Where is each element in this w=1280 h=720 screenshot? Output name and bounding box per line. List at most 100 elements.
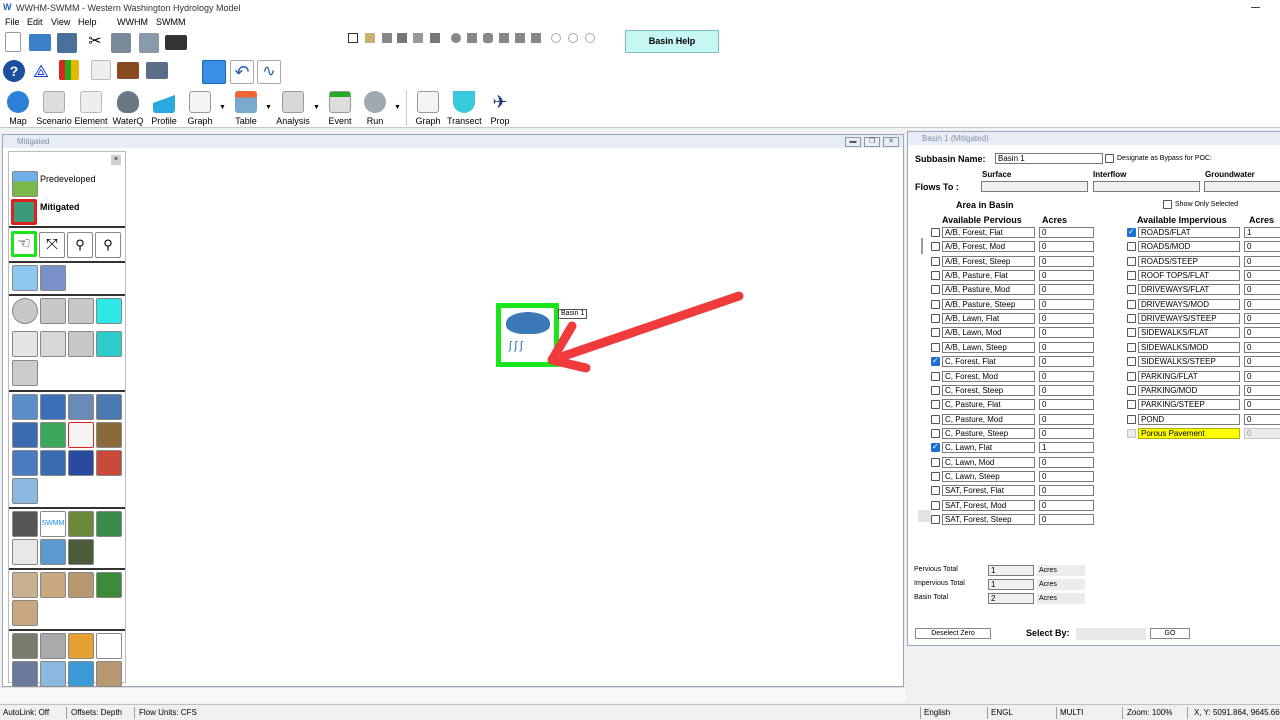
area-checkbox[interactable] (931, 271, 940, 281)
area-acres-input[interactable]: 0 (1039, 384, 1094, 396)
mitigated-scenario-icon[interactable] (11, 199, 37, 225)
area-checkbox[interactable] (931, 371, 940, 381)
analysis-dropdown-icon[interactable]: ▼ (313, 104, 320, 111)
transect-button[interactable]: Transect (447, 89, 482, 127)
area-checkbox[interactable] (931, 328, 940, 338)
lid-icon[interactable] (12, 539, 38, 565)
save-icon[interactable] (57, 33, 77, 53)
menu-edit[interactable]: Edit (27, 17, 43, 27)
area-checkbox[interactable] (1127, 227, 1136, 237)
area-acres-input[interactable]: 0 (1039, 399, 1094, 411)
area-acres-input[interactable]: 0 (1244, 313, 1280, 325)
graph-button[interactable]: Graph (184, 89, 216, 127)
edit-icon[interactable] (348, 33, 358, 43)
subbasin-name-input[interactable]: Basin 1 (995, 153, 1103, 164)
lid-icon[interactable] (40, 539, 66, 565)
cut-icon[interactable]: ✂ (85, 32, 105, 52)
bmp-icon[interactable] (40, 422, 66, 448)
tank-node-icon[interactable] (96, 298, 122, 324)
step-3-icon[interactable] (585, 33, 595, 43)
structure-icon[interactable] (40, 661, 66, 687)
vault-icon[interactable] (12, 572, 38, 598)
area-checkbox[interactable] (1127, 385, 1136, 395)
area-acres-input[interactable]: 0 (1244, 298, 1280, 310)
event-button[interactable]: Event (324, 89, 356, 127)
area-acres-input[interactable]: 0 (1039, 485, 1094, 497)
structure-icon[interactable] (12, 633, 38, 659)
area-acres-input[interactable]: 0 (1039, 341, 1094, 353)
select-by-field[interactable] (1076, 628, 1146, 640)
outlet-icon[interactable] (12, 360, 38, 386)
folder-small-icon[interactable] (365, 33, 375, 43)
step-1-icon[interactable] (551, 33, 561, 43)
pump-icon[interactable] (40, 331, 66, 357)
area-checkbox[interactable] (931, 256, 940, 266)
area-checkbox[interactable] (931, 385, 940, 395)
structure-icon[interactable] (68, 633, 94, 659)
shape-icon[interactable] (483, 33, 493, 43)
area-acres-input[interactable]: 0 (1039, 284, 1094, 296)
bar-chart-icon[interactable] (59, 60, 79, 80)
area-acres-input[interactable]: 0 (1244, 356, 1280, 368)
trapezoid-channel-icon[interactable] (96, 331, 122, 357)
area-checkbox[interactable] (931, 500, 940, 510)
basin-rain-icon[interactable] (12, 265, 38, 291)
area-checkbox[interactable] (931, 442, 940, 453)
book-icon[interactable] (146, 62, 168, 79)
area-checkbox[interactable] (931, 486, 940, 496)
graph2-button[interactable]: Graph (411, 89, 445, 127)
area-acres-input[interactable]: 0 (1244, 255, 1280, 267)
area-acres-input[interactable]: 0 (1039, 255, 1094, 267)
area-acres-input[interactable]: 0 (1039, 427, 1094, 439)
vault-icon[interactable] (96, 572, 122, 598)
predeveloped-scenario-icon[interactable] (12, 171, 38, 197)
scenario-button[interactable]: Scenario (36, 89, 72, 127)
bmp-icon[interactable] (68, 450, 94, 476)
area-acres-input[interactable]: 0 (1039, 470, 1094, 482)
bypass-checkbox[interactable] (1105, 154, 1114, 163)
structure-icon[interactable] (96, 633, 122, 659)
bmp-icon[interactable] (40, 394, 66, 420)
palette-close-icon[interactable]: × (111, 155, 121, 165)
pointer-hand-icon[interactable]: ☜ (11, 231, 37, 257)
run-button[interactable]: Run (360, 89, 390, 127)
zoom-in-icon[interactable]: ⚲ (67, 232, 93, 258)
lateral-basin-icon[interactable] (40, 265, 66, 291)
area-checkbox[interactable] (1127, 314, 1136, 324)
area-checkbox[interactable] (1127, 299, 1136, 309)
area-checkbox[interactable] (931, 342, 940, 352)
area-acres-input[interactable]: 0 (1244, 284, 1280, 296)
area-checkbox[interactable] (1127, 414, 1136, 424)
copy-icon[interactable] (111, 33, 131, 53)
tool-icon[interactable] (382, 33, 392, 43)
area-checkbox[interactable] (1127, 256, 1136, 266)
element-button[interactable]: Element (73, 89, 109, 127)
area-checkbox[interactable] (931, 228, 940, 237)
area-checkbox[interactable] (1127, 285, 1136, 295)
area-checkbox[interactable] (1127, 271, 1136, 281)
interflow-flows-to-field[interactable] (1093, 181, 1200, 192)
area-acres-input[interactable]: 0 (1244, 399, 1280, 411)
zoom-out-icon[interactable]: ⚲ (95, 232, 121, 258)
area-acres-input[interactable]: 0 (1039, 413, 1094, 425)
menu-file[interactable]: File (5, 17, 20, 27)
bmp-icon[interactable] (12, 394, 38, 420)
open-folder-icon[interactable] (29, 34, 51, 51)
menu-wwhm[interactable]: WWHM (117, 17, 148, 27)
area-checkbox[interactable] (1127, 400, 1136, 410)
screenshot-icon[interactable] (202, 60, 226, 84)
area-checkbox[interactable] (1127, 242, 1136, 252)
bmp-icon[interactable] (12, 422, 38, 448)
graph-dropdown-icon[interactable]: ▼ (219, 104, 226, 111)
structure-icon[interactable] (68, 661, 94, 687)
step-2-icon[interactable] (568, 33, 578, 43)
lid-icon[interactable] (68, 539, 94, 565)
zoom-extents-icon[interactable]: ⤧ (39, 232, 65, 258)
area-acres-input[interactable]: 0 (1039, 227, 1094, 238)
circle-icon[interactable] (451, 33, 461, 43)
area-acres-input[interactable]: 0 (1244, 241, 1280, 253)
area-checkbox[interactable] (931, 400, 940, 410)
window-minimize-button[interactable]: ▬ (845, 137, 861, 147)
camera-icon[interactable] (165, 35, 187, 50)
area-acres-input[interactable]: 0 (1244, 384, 1280, 396)
